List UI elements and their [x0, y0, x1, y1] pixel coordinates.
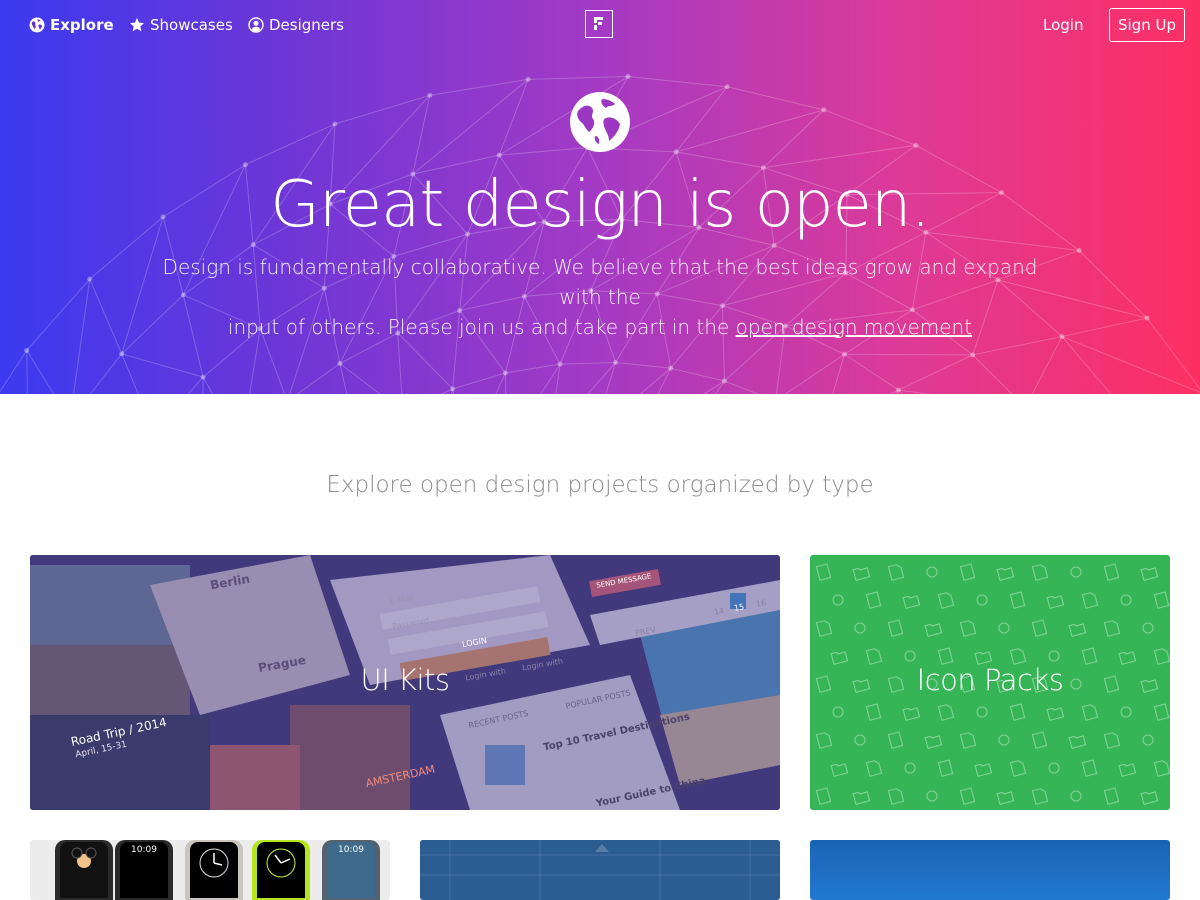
- mock-page-16: 16: [755, 598, 767, 609]
- user-icon: [248, 17, 264, 33]
- signup-button[interactable]: Sign Up: [1109, 8, 1185, 42]
- hero-subtitle-line2: input of others. Please join us and take…: [227, 315, 736, 339]
- watch-face: [257, 842, 305, 898]
- ui-kits-label: UI Kits: [360, 663, 450, 697]
- top-navigation: Explore Showcases Designers Login Sign U…: [0, 0, 1200, 50]
- star-icon: [130, 18, 144, 32]
- watch-face: [190, 842, 238, 898]
- watch-mockup: 10:09: [115, 840, 173, 900]
- ui-kits-card[interactable]: Berlin Prague Road Trip / 2014 April, 15…: [30, 555, 780, 810]
- login-link[interactable]: Login: [1043, 14, 1083, 36]
- hero-banner: Explore Showcases Designers Login Sign U…: [0, 0, 1200, 394]
- watch-mockup: 10:09: [322, 840, 380, 900]
- nav-designers[interactable]: Designers: [248, 14, 344, 36]
- nav-showcases-label: Showcases: [150, 16, 233, 34]
- watch-mockup: [252, 840, 310, 900]
- analog-clock-icon: [199, 848, 229, 878]
- hero-title: Great design is open.: [270, 168, 931, 242]
- hero-subtitle: Design is fundamentally collaborative. W…: [140, 252, 1060, 342]
- watch-face: [60, 842, 108, 898]
- globe-icon: [29, 17, 45, 33]
- nav-showcases[interactable]: Showcases: [129, 14, 233, 36]
- mock-page-15: 15: [733, 602, 745, 613]
- wireframe-pattern: [420, 840, 780, 900]
- mock-page-14: 14: [713, 606, 725, 617]
- analog-clock-icon: [266, 848, 296, 878]
- hero-subtitle-line1: Design is fundamentally collaborative. W…: [162, 255, 1038, 309]
- section-heading: Explore open design projects organized b…: [326, 472, 874, 498]
- watch-mockup: [55, 840, 113, 900]
- hero-globe-icon: [570, 92, 630, 152]
- watch-mockups-card[interactable]: 10:09 10:09: [30, 840, 390, 900]
- gradient-blue-card[interactable]: [810, 840, 1170, 900]
- nav-designers-label: Designers: [269, 16, 344, 34]
- open-design-movement-link[interactable]: open design movement: [736, 315, 972, 339]
- wireframe-card[interactable]: [420, 840, 780, 900]
- logo-mark-icon[interactable]: [585, 10, 613, 38]
- watch-mockup: [185, 840, 243, 900]
- watch-face: 10:09: [120, 842, 168, 898]
- nav-explore[interactable]: Explore: [29, 14, 114, 36]
- nav-explore-label: Explore: [50, 16, 114, 34]
- logo-glyph: [594, 17, 603, 30]
- icon-packs-card[interactable]: Icon Packs: [810, 555, 1170, 810]
- mickey-face-icon: [71, 847, 97, 868]
- icon-packs-label: Icon Packs: [916, 663, 1064, 697]
- watch-face: 10:09: [327, 842, 375, 898]
